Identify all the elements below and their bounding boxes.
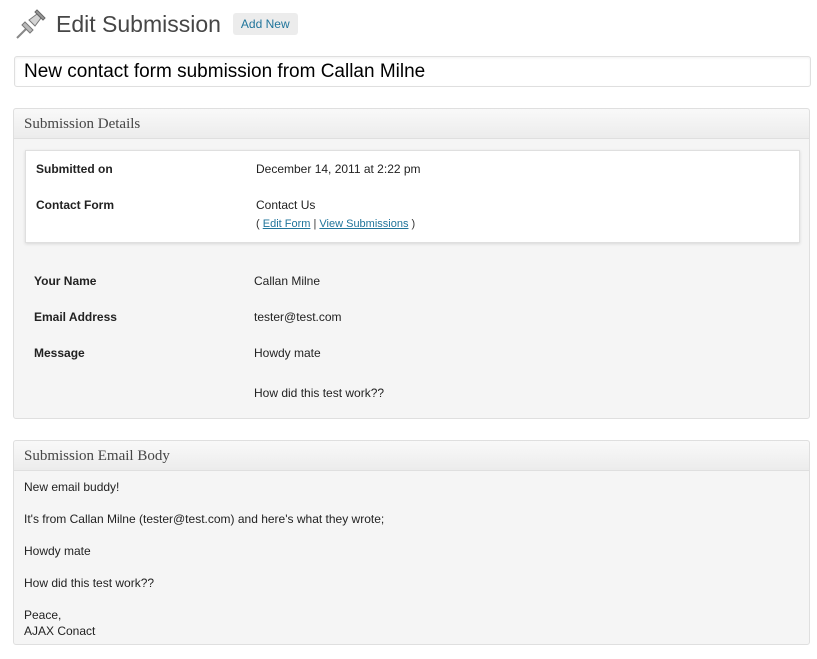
edit-form-link[interactable]: Edit Form bbox=[263, 218, 311, 230]
email-address-label: Email Address bbox=[34, 310, 117, 324]
email-signoff-line-2: AJAX Conact bbox=[24, 624, 96, 638]
view-submissions-link[interactable]: View Submissions bbox=[319, 218, 408, 230]
message-value-line-1: Howdy mate bbox=[254, 346, 321, 360]
your-name-value: Callan Milne bbox=[254, 274, 321, 288]
form-links: ( Edit Form | View Submissions ) bbox=[256, 218, 415, 230]
email-signoff-line-1: Peace, bbox=[24, 608, 62, 622]
submission-title-input[interactable] bbox=[14, 56, 811, 87]
add-new-button[interactable]: Add New bbox=[232, 13, 298, 35]
submitted-on-value: December 14, 2011 at 2:22 pm bbox=[256, 162, 421, 176]
email-line: How did this test work?? bbox=[24, 576, 155, 590]
your-name-label: Your Name bbox=[34, 274, 97, 288]
contact-form-label: Contact Form bbox=[36, 198, 114, 212]
email-line: It's from Callan Milne (tester@test.com)… bbox=[24, 512, 385, 526]
links-close-paren: ) bbox=[408, 218, 416, 230]
email-body-heading[interactable]: Submission Email Body bbox=[14, 441, 809, 471]
submission-details-heading[interactable]: Submission Details bbox=[14, 109, 809, 139]
submission-email-body-box: Submission Email Body New email buddy! I… bbox=[13, 440, 810, 645]
submission-details-box: Submission Details Submitted on December… bbox=[13, 108, 810, 419]
submission-meta-card: Submitted on December 14, 2011 at 2:22 p… bbox=[25, 150, 800, 243]
links-open-paren: ( bbox=[256, 218, 263, 230]
email-address-value: tester@test.com bbox=[254, 310, 342, 324]
email-body-content: New email buddy! It's from Callan Milne … bbox=[14, 471, 809, 647]
message-value-line-2: How did this test work?? bbox=[254, 386, 385, 400]
submitted-on-label: Submitted on bbox=[36, 162, 113, 176]
email-line: New email buddy! bbox=[24, 480, 120, 494]
email-line: Howdy mate bbox=[24, 544, 91, 558]
message-label: Message bbox=[34, 346, 85, 360]
page-header: Edit Submission Add New bbox=[14, 4, 298, 44]
pushpin-icon bbox=[14, 7, 48, 41]
page-title: Edit Submission bbox=[56, 10, 221, 37]
contact-form-value: Contact Us bbox=[256, 198, 316, 212]
